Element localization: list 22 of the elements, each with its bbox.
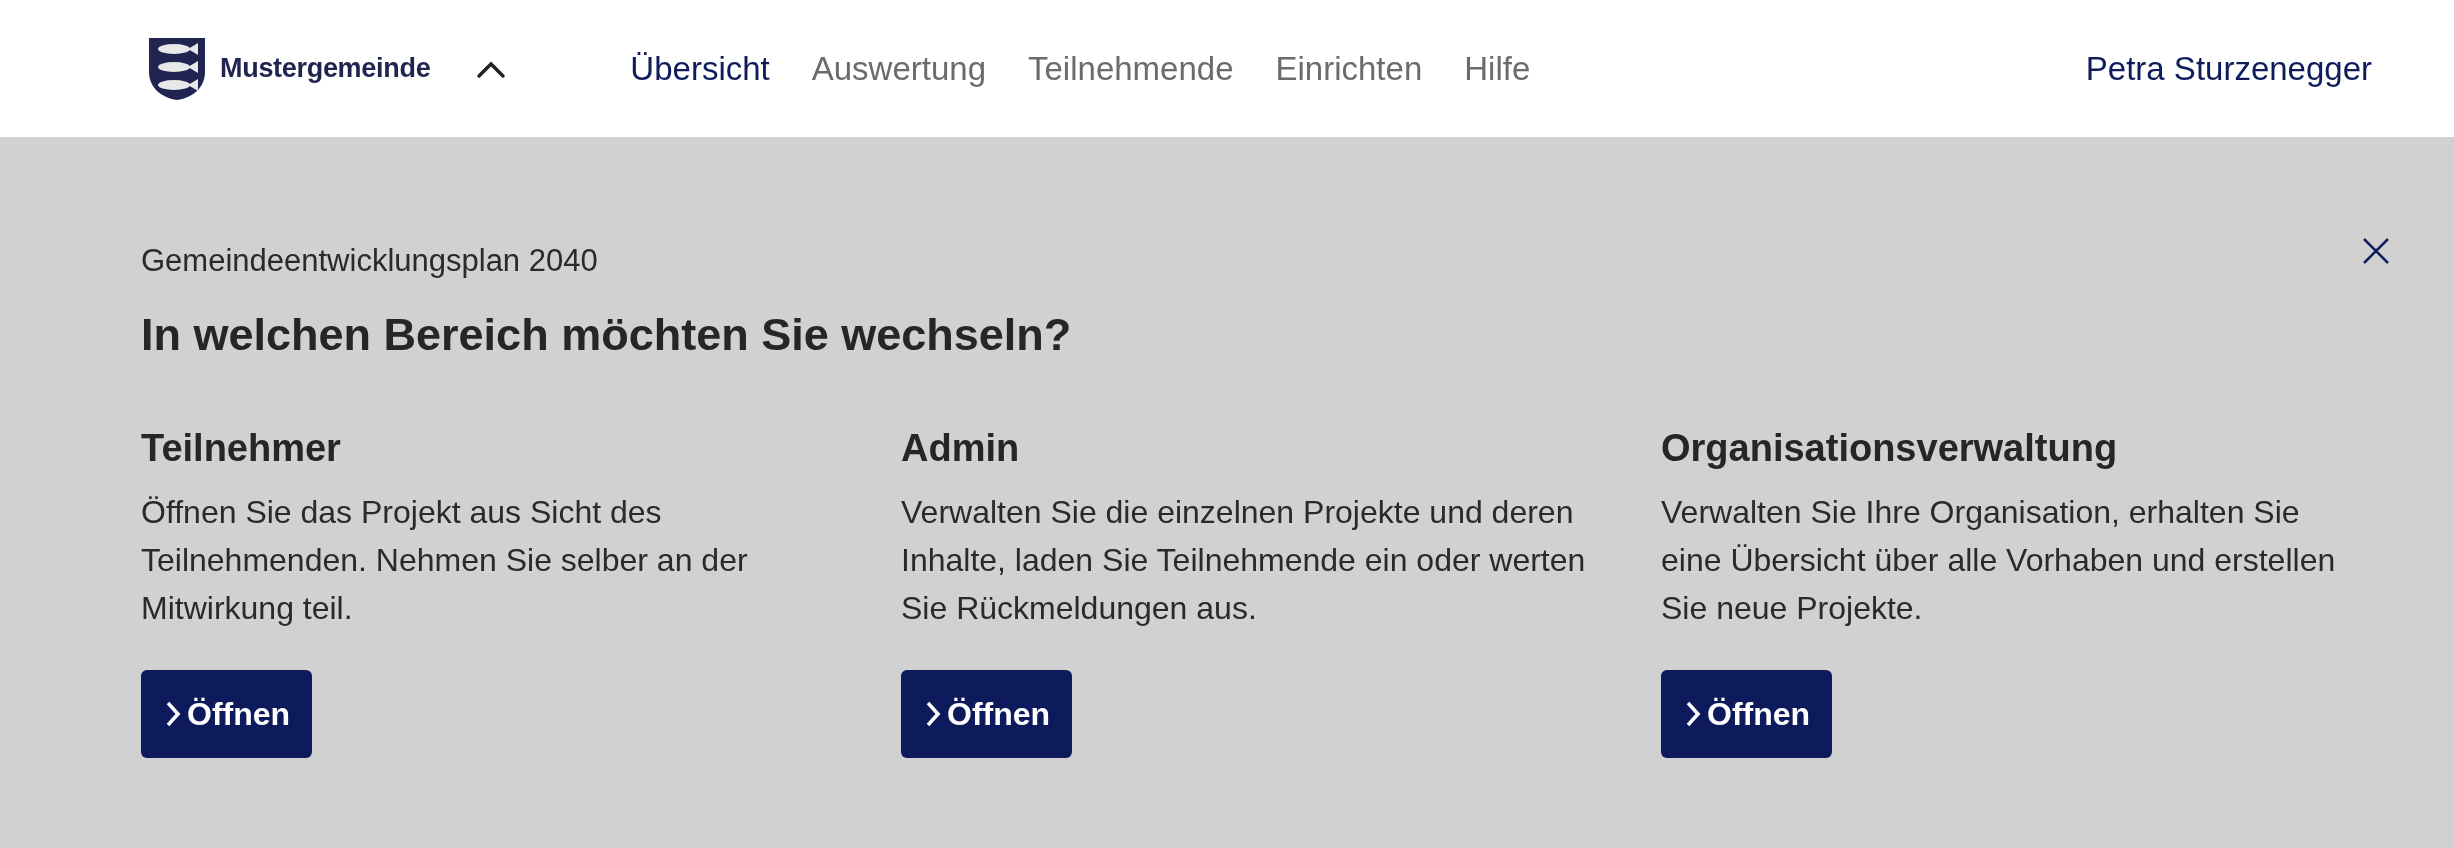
area-description: Öffnen Sie das Projekt aus Sicht des Teilnehmenden. Nehmen Sie selber an der Mitwirkung teil. xyxy=(141,493,749,628)
brand-name: Mustergemeinde xyxy=(220,53,431,84)
area-title: Teilnehmer xyxy=(141,427,341,470)
nav-tab[interactable]: Hilfe xyxy=(1464,49,1531,88)
nav-tab[interactable]: Auswertung xyxy=(811,49,986,88)
chevron-right-icon xyxy=(1685,700,1701,728)
open-button[interactable]: Öffnen xyxy=(901,670,1073,758)
nav-tab[interactable]: Teilnehmende xyxy=(1028,49,1234,88)
nav-tab[interactable]: Einrichten xyxy=(1275,49,1423,88)
chevron-right-icon xyxy=(925,700,941,728)
project-name: Gemeindeentwicklungsplan 2040 xyxy=(141,243,599,279)
fish-crest-icon xyxy=(148,36,206,101)
area-description: Verwalten Sie Ihre Organisation, erhalten Sie eine Übersicht über alle Vorhaben und erstellen Sie neue Projekte. xyxy=(1661,493,2337,628)
area-description: Verwalten Sie die einzelnen Projekte und deren Inhalte, laden Sie Teilnehmende ein oder werten Sie Rückmeldungen aus. xyxy=(901,493,1587,628)
chevron-right-icon xyxy=(165,700,181,728)
nav-tab[interactable]: Übersicht xyxy=(630,49,770,88)
user-name-link[interactable]: Petra Sturzenegger xyxy=(2085,49,2372,88)
area-title: Organisationsverwaltung xyxy=(1661,427,2118,470)
panel-heading: In welchen Bereich möchten Sie wechseln? xyxy=(141,309,1073,361)
open-button[interactable]: Öffnen xyxy=(141,670,313,758)
open-button[interactable]: Öffnen xyxy=(1661,670,1833,758)
area-title: Admin xyxy=(901,427,1020,470)
